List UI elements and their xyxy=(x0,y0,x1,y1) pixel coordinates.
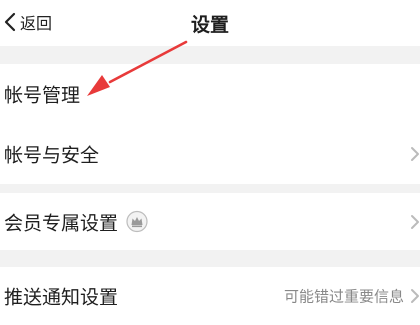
settings-item-hint: 可能错过重要信息 xyxy=(283,287,404,306)
settings-group-member: 会员专属设置 xyxy=(0,193,420,250)
page-title: 设置 xyxy=(190,14,229,36)
settings-item-label-wrap: 会员专属设置 xyxy=(4,208,148,235)
settings-item-label: 帐号与安全 xyxy=(4,144,100,167)
settings-item-account-security[interactable]: 帐号与安全 xyxy=(0,124,420,184)
settings-item-label: 会员专属设置 xyxy=(4,212,119,234)
settings-group-notifications: 推送通知设置 可能错过重要信息 xyxy=(0,267,420,325)
crown-icon xyxy=(126,210,148,233)
settings-item-push-notifications[interactable]: 推送通知设置 可能错过重要信息 xyxy=(0,267,420,325)
settings-item-member-settings[interactable]: 会员专属设置 xyxy=(0,193,420,250)
chevron-right-icon xyxy=(411,147,419,161)
settings-item-account-management[interactable]: 帐号管理 xyxy=(0,64,420,124)
chevron-right-icon xyxy=(411,214,419,229)
settings-group-account: 帐号管理 帐号与安全 xyxy=(0,64,420,184)
settings-item-label: 推送通知设置 xyxy=(4,286,119,309)
navigation-bar: 返回 设置 xyxy=(0,0,420,46)
settings-item-label: 帐号管理 xyxy=(4,84,81,107)
chevron-right-icon xyxy=(411,289,419,303)
